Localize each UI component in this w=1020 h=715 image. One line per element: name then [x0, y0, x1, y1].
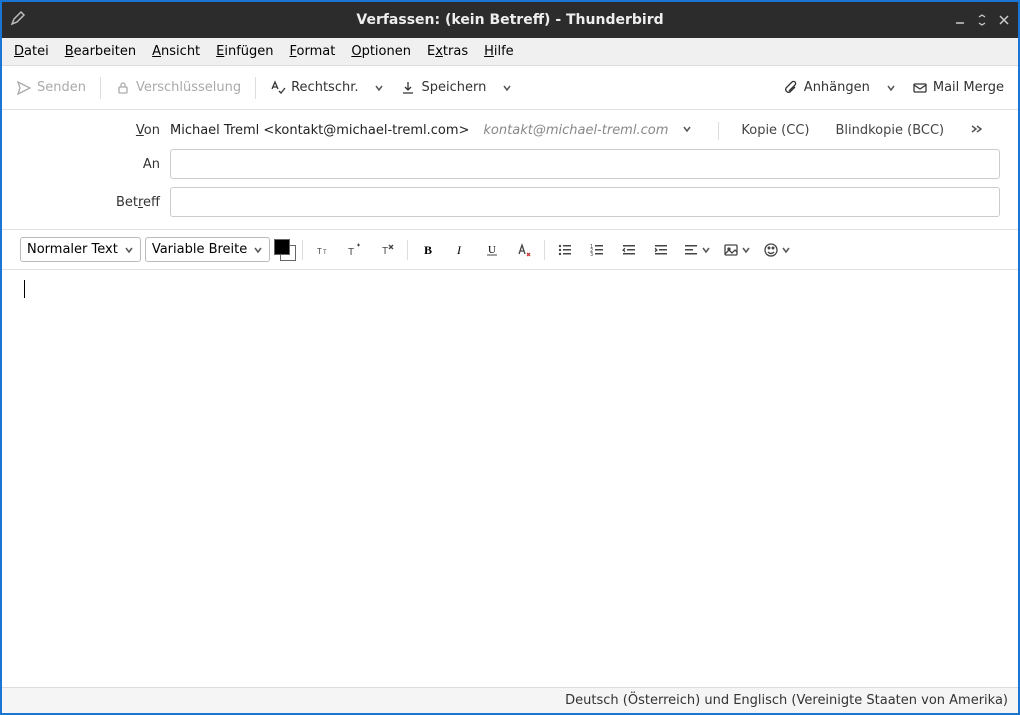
lock-icon — [115, 80, 131, 96]
font-dropdown[interactable]: Variable Breite — [145, 237, 270, 262]
paragraph-style-dropdown[interactable]: Normaler Text — [20, 237, 141, 262]
save-icon — [400, 80, 416, 96]
from-account[interactable]: kontakt@michael-treml.com — [483, 123, 668, 138]
separator — [100, 77, 101, 99]
minimize-button[interactable] — [950, 10, 970, 30]
separator — [255, 77, 256, 99]
compose-window: Verfassen: (kein Betreff) - Thunderbird … — [0, 0, 1020, 715]
svg-text:T: T — [348, 247, 354, 258]
clear-format-button[interactable] — [510, 236, 538, 264]
cc-button[interactable]: Kopie (CC) — [737, 120, 813, 141]
format-toolbar: Normaler Text Variable Breite TT T T B I… — [2, 230, 1018, 270]
language-status[interactable]: Deutsch (Österreich) und Englisch (Verei… — [565, 693, 1008, 708]
mailmerge-button[interactable]: Mail Merge — [904, 75, 1012, 101]
header-fields: Von Michael Treml <kontakt@michael-treml… — [2, 110, 1018, 230]
svg-text:T: T — [382, 246, 388, 257]
from-label: Von — [20, 123, 160, 138]
emoji-dropdown[interactable] — [759, 236, 795, 264]
spellcheck-button[interactable]: Rechtschr. — [262, 75, 366, 101]
spellcheck-icon — [270, 80, 286, 96]
menu-ansicht[interactable]: Ansicht — [144, 40, 208, 63]
font-size-increase-button[interactable]: T — [341, 236, 369, 264]
align-dropdown[interactable] — [679, 236, 715, 264]
bullet-list-button[interactable] — [551, 236, 579, 264]
from-identity[interactable]: Michael Treml <kontakt@michael-treml.com… — [170, 123, 469, 138]
subject-label: Betreff — [20, 195, 160, 210]
numbered-list-button[interactable]: 123 — [583, 236, 611, 264]
indent-button[interactable] — [647, 236, 675, 264]
bold-button[interactable]: B — [414, 236, 442, 264]
encrypt-button[interactable]: Verschlüsselung — [107, 75, 249, 101]
close-button[interactable] — [994, 10, 1014, 30]
save-button[interactable]: Speichern — [392, 75, 494, 101]
font-size-decrease-button[interactable]: TT — [309, 236, 337, 264]
titlebar: Verfassen: (kein Betreff) - Thunderbird — [2, 2, 1018, 38]
text-color-button[interactable] — [274, 239, 296, 261]
underline-button[interactable]: U — [478, 236, 506, 264]
maximize-button[interactable] — [972, 10, 992, 30]
send-icon — [16, 80, 32, 96]
message-body-editor[interactable] — [2, 270, 1018, 687]
to-row: An — [20, 149, 1000, 179]
menu-datei[interactable]: Datei — [6, 40, 57, 63]
svg-text:T: T — [317, 247, 322, 256]
outdent-button[interactable] — [615, 236, 643, 264]
bcc-button[interactable]: Blindkopie (BCC) — [831, 120, 948, 141]
main-toolbar: Senden Verschlüsselung Rechtschr. Speich… — [2, 66, 1018, 110]
menu-einfuegen[interactable]: Einfügen — [208, 40, 281, 63]
subject-row: Betreff — [20, 187, 1000, 217]
svg-text:B: B — [424, 243, 432, 257]
svg-text:I: I — [456, 243, 462, 257]
menu-extras[interactable]: Extras — [419, 40, 476, 63]
foreground-color-icon — [274, 239, 290, 255]
svg-text:3: 3 — [590, 252, 593, 258]
menu-hilfe[interactable]: Hilfe — [476, 40, 522, 63]
menu-optionen[interactable]: Optionen — [343, 40, 419, 63]
to-label: An — [20, 157, 160, 172]
spellcheck-dropdown[interactable] — [368, 79, 390, 97]
menubar: Datei Bearbeiten Ansicht Einfügen Format… — [2, 38, 1018, 66]
svg-text:U: U — [488, 244, 496, 256]
save-dropdown[interactable] — [496, 79, 518, 97]
statusbar: Deutsch (Österreich) und Englisch (Verei… — [2, 687, 1018, 713]
from-dropdown[interactable] — [682, 123, 692, 138]
svg-text:T: T — [323, 250, 327, 256]
mailmerge-icon — [912, 80, 928, 96]
to-input[interactable] — [170, 149, 1000, 179]
from-row: Von Michael Treml <kontakt@michael-treml… — [20, 120, 1000, 141]
text-cursor — [24, 280, 25, 298]
window-title: Verfassen: (kein Betreff) - Thunderbird — [2, 12, 1018, 28]
subject-input[interactable] — [170, 187, 1000, 217]
menu-format[interactable]: Format — [282, 40, 344, 63]
attach-button[interactable]: Anhängen — [775, 75, 878, 101]
remove-formatting-button[interactable]: T — [373, 236, 401, 264]
send-button[interactable]: Senden — [8, 75, 94, 101]
more-recipients-button[interactable] — [966, 120, 988, 141]
italic-button[interactable]: I — [446, 236, 474, 264]
paperclip-icon — [783, 80, 799, 96]
insert-image-dropdown[interactable] — [719, 236, 755, 264]
menu-bearbeiten[interactable]: Bearbeiten — [57, 40, 144, 63]
attach-dropdown[interactable] — [880, 79, 902, 97]
